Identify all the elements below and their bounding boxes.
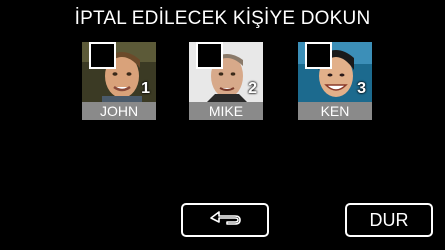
select-checkbox[interactable] [196,42,223,69]
page-title: İPTAL EDİLECEK KİŞİYE DOKUN [74,8,371,29]
stop-button[interactable]: DUR [345,203,433,237]
screen: İPTAL EDİLECEK KİŞİYE DOKUN 1 JOHN 2 MIK… [0,0,445,250]
person-name: KEN [298,102,372,120]
person-number: 3 [357,80,366,97]
select-checkbox[interactable] [305,42,332,69]
return-arrow-icon [205,208,245,233]
person-card-ken[interactable]: 3 KEN [298,42,372,120]
back-button[interactable] [181,203,269,237]
person-number: 1 [141,80,150,97]
person-number: 2 [248,80,257,97]
person-card-mike[interactable]: 2 MIKE [189,42,263,120]
person-name: MIKE [189,102,263,120]
person-card-john[interactable]: 1 JOHN [82,42,156,120]
person-name: JOHN [82,102,156,120]
select-checkbox[interactable] [89,42,116,69]
